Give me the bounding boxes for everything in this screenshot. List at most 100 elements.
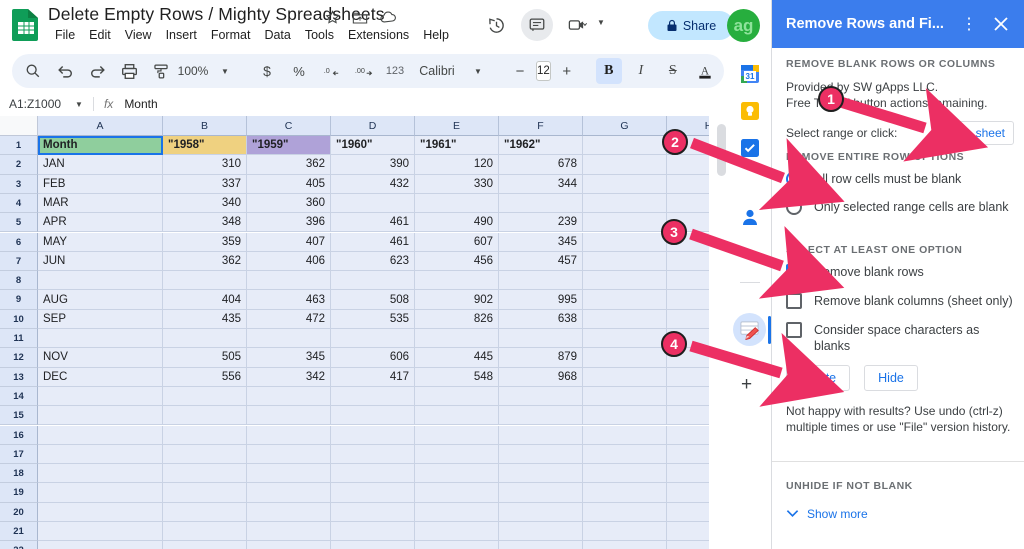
cell-C2[interactable]: 362 [247,155,331,175]
cell-F5[interactable]: 239 [499,213,583,233]
cell-C16[interactable] [247,425,331,445]
strikethrough-button[interactable]: S [660,58,686,84]
cell-C19[interactable] [247,483,331,503]
font-family-selector[interactable]: Calibri [419,58,454,84]
cell-G15[interactable] [583,406,667,426]
cell-F16[interactable] [499,425,583,445]
cell-G6[interactable] [583,232,667,252]
cell-A18[interactable] [38,464,163,484]
checkbox-icon-unchecked-columns[interactable] [786,293,802,309]
cell-A19[interactable] [38,483,163,503]
cell-F18[interactable] [499,464,583,484]
name-box[interactable]: A1:Z1000 [9,97,61,111]
cell-F1[interactable]: "1962" [499,136,583,156]
cell-F19[interactable] [499,483,583,503]
cell-A6[interactable]: MAY [38,232,163,252]
menu-item-tools[interactable]: Tools [298,27,341,43]
cell-C13[interactable]: 342 [247,367,331,387]
cell-F22[interactable] [499,541,583,549]
cell-E7[interactable]: 456 [415,251,499,272]
cell-B17[interactable] [163,444,247,465]
cell-D2[interactable]: 390 [331,155,415,175]
cell-C14[interactable] [247,386,331,407]
cell-B13[interactable]: 556 [163,367,247,387]
cell-B16[interactable] [163,425,247,445]
google-contacts-icon[interactable] [740,207,760,227]
cell-A15[interactable] [38,406,163,426]
cell-B12[interactable]: 505 [163,348,247,368]
cell-E4[interactable] [415,193,499,214]
cell-A7[interactable]: JUN [38,251,163,272]
cell-E13[interactable]: 548 [415,367,499,387]
cell-F11[interactable] [499,329,583,349]
menu-item-help[interactable]: Help [416,27,456,43]
cell-C18[interactable] [247,464,331,484]
cell-F6[interactable]: 345 [499,232,583,252]
cell-C11[interactable] [247,329,331,349]
delete-button[interactable]: Delete [786,365,851,391]
cell-G8[interactable] [583,271,667,291]
cell-C21[interactable] [247,522,331,542]
cell-G7[interactable] [583,251,667,272]
cell-B5[interactable]: 348 [163,213,247,233]
cell-D1[interactable]: "1960" [331,136,415,156]
cell-B4[interactable]: 340 [163,193,247,214]
cell-D22[interactable] [331,541,415,549]
name-box-caret-icon[interactable]: ▼ [75,100,83,109]
radio-option-selected-range[interactable]: Only selected range cells are blank [786,199,1014,215]
cell-D13[interactable]: 417 [331,367,415,387]
cell-C1[interactable]: "1959" [247,136,331,156]
cell-E22[interactable] [415,541,499,549]
cell-F9[interactable]: 995 [499,290,583,310]
cell-D18[interactable] [331,464,415,484]
cell-G1[interactable] [583,136,667,156]
cell-D7[interactable]: 623 [331,251,415,272]
cell-G4[interactable] [583,193,667,214]
cell-C10[interactable]: 472 [247,309,331,329]
cell-E21[interactable] [415,522,499,542]
cell-B14[interactable] [163,386,247,407]
column-header-a[interactable]: A [38,116,163,136]
cell-G16[interactable] [583,425,667,445]
cell-G12[interactable] [583,348,667,368]
menu-item-extensions[interactable]: Extensions [341,27,416,43]
cell-A21[interactable] [38,522,163,542]
column-header-f[interactable]: F [499,116,583,136]
percent-format-icon[interactable]: % [286,58,312,84]
cell-C9[interactable]: 463 [247,290,331,310]
row-header-8[interactable]: 8 [0,271,38,291]
cell-E14[interactable] [415,386,499,407]
italic-button[interactable]: I [628,58,654,84]
row-header-3[interactable]: 3 [0,174,38,194]
column-header-g[interactable]: G [583,116,667,136]
cell-F20[interactable] [499,502,583,522]
cell-D20[interactable] [331,502,415,522]
cell-E15[interactable] [415,406,499,426]
cell-A17[interactable] [38,444,163,465]
decrease-decimal-icon[interactable]: .0 [318,58,344,84]
google-calendar-icon[interactable]: 31 [740,64,760,84]
cell-C3[interactable]: 405 [247,174,331,194]
cell-A3[interactable]: FEB [38,174,163,194]
cell-E11[interactable] [415,329,499,349]
kebab-menu-icon[interactable]: ⋮ [955,10,983,38]
cell-F17[interactable] [499,444,583,465]
cell-E1[interactable]: "1961" [415,136,499,156]
close-icon[interactable] [987,10,1015,38]
more-number-formats-icon[interactable]: 123 [382,58,408,84]
undo-icon[interactable] [52,58,78,84]
cell-B2[interactable]: 310 [163,155,247,175]
cell-D16[interactable] [331,425,415,445]
cell-C5[interactable]: 396 [247,213,331,233]
cell-D3[interactable]: 432 [331,174,415,194]
cell-D21[interactable] [331,522,415,542]
cell-A16[interactable] [38,425,163,445]
row-header-19[interactable]: 19 [0,483,38,503]
cell-A4[interactable]: MAR [38,193,163,214]
cell-F14[interactable] [499,386,583,407]
cell-B21[interactable] [163,522,247,542]
addon-remove-rows-icon[interactable] [733,313,766,346]
font-size-input[interactable]: 12 [536,61,551,81]
cell-C4[interactable]: 360 [247,193,331,214]
row-header-11[interactable]: 11 [0,329,38,349]
